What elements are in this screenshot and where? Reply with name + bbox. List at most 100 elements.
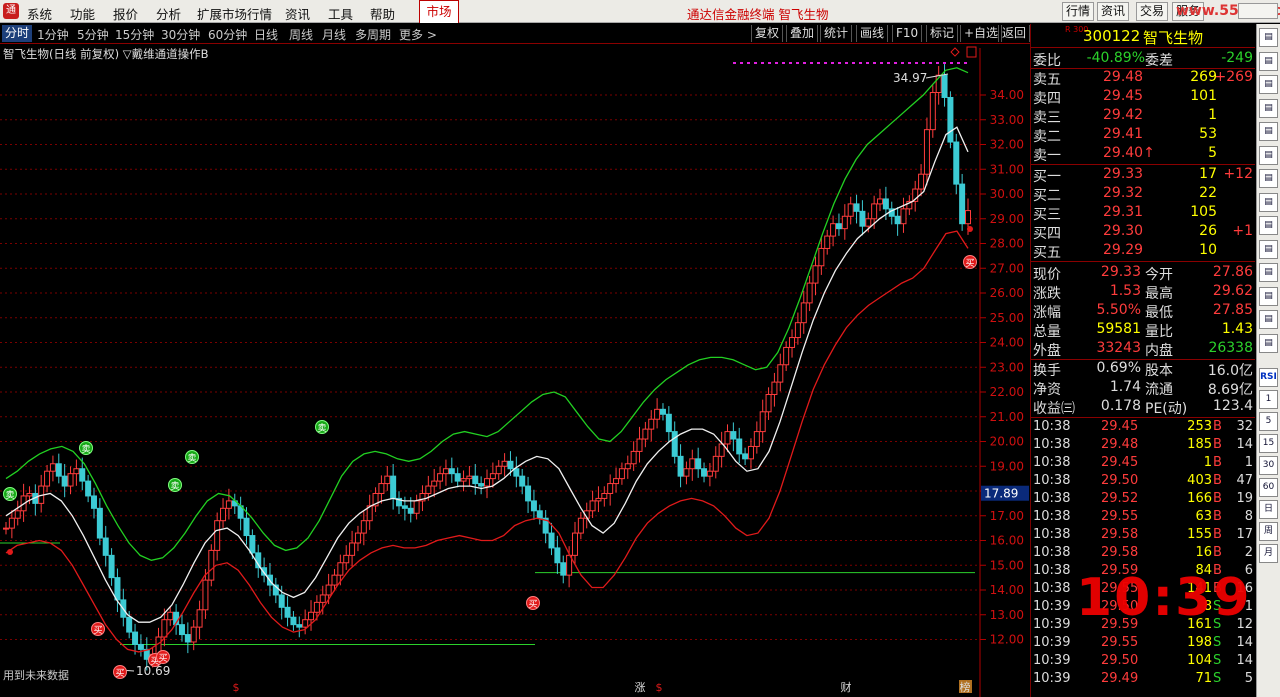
candle-up	[220, 507, 227, 522]
sidebar-period-3[interactable]: 15	[1259, 434, 1278, 453]
adjust-button[interactable]: 复权	[751, 25, 784, 42]
chart-icon[interactable]: ▤	[1259, 28, 1278, 47]
sidebar-period-0[interactable]: RSI	[1259, 368, 1278, 387]
period-1min[interactable]: 1分钟	[37, 26, 69, 43]
f2-icon[interactable]: ▤	[1259, 263, 1278, 282]
stats-button[interactable]: 统计	[820, 25, 853, 42]
sidebar-period-2[interactable]: 5	[1259, 412, 1278, 431]
bid-row[interactable]: 买二 29.32 22	[1031, 184, 1255, 204]
stat-value: 1.43	[1221, 321, 1253, 337]
candle-down	[85, 480, 92, 497]
menu-tools[interactable]: 工具	[328, 4, 353, 23]
candle-up	[724, 431, 731, 445]
ask-price: 29.41	[1103, 126, 1144, 142]
app-logo-icon[interactable]: 通	[3, 3, 19, 19]
indicator-title[interactable]: 智飞生物(日线 前复权) ▽戴维通道操作B	[3, 46, 209, 62]
tick-row: 10:38 29.45 1 B 1	[1031, 454, 1255, 473]
price-tick-label: 24.00	[990, 336, 1024, 350]
period-timeshare[interactable]: 分时	[2, 25, 33, 42]
trade-mode-button[interactable]: 交易	[1136, 2, 1168, 21]
menu-extended-market[interactable]: 扩展市场行情	[197, 4, 272, 23]
bid-row[interactable]: 买三 29.31 105	[1031, 203, 1255, 223]
menu-system[interactable]: 系统	[27, 4, 52, 23]
sidebar-period-4[interactable]: 30	[1259, 456, 1278, 475]
candle-down	[742, 453, 749, 460]
menu-news[interactable]: 资讯	[285, 4, 310, 23]
add-watchlist-button[interactable]: +自选	[960, 25, 1003, 42]
candle-down	[108, 554, 115, 579]
kline-icon[interactable]: ▤	[1259, 75, 1278, 94]
sidebar-period-8[interactable]: 月	[1259, 544, 1278, 563]
quote-mode-button[interactable]: 行情	[1062, 2, 1094, 21]
back-button[interactable]: 返回	[998, 25, 1031, 42]
info-mark[interactable]: 榜	[960, 680, 971, 694]
period-weekly[interactable]: 周线	[289, 26, 313, 43]
period-15min[interactable]: 15分钟	[115, 26, 154, 43]
ask-row[interactable]: 卖三 29.42 1	[1031, 106, 1255, 126]
stat-value: 0.69%	[1096, 360, 1141, 376]
bar-icon[interactable]: ▤	[1259, 145, 1278, 165]
line-icon[interactable]: ▤	[1259, 98, 1278, 118]
ask-row[interactable]: 卖四 29.45 101	[1031, 87, 1255, 107]
sidebar-period-5[interactable]: 60	[1259, 478, 1278, 497]
window-controls[interactable]	[1238, 3, 1278, 19]
box-icon[interactable]	[966, 46, 977, 58]
ask-row[interactable]: 卖五 29.48 269 +269	[1031, 68, 1255, 88]
list-icon[interactable]: ▤	[1259, 216, 1278, 235]
panel-icon[interactable]: ▤	[1259, 310, 1278, 329]
macd-icon[interactable]: ▤	[1259, 333, 1278, 353]
candle-up	[965, 210, 971, 225]
menu-help[interactable]: 帮助	[370, 4, 395, 23]
candle-icon[interactable]: ▤	[1259, 51, 1278, 71]
bid-row[interactable]: 买四 29.30 26 +1	[1031, 222, 1255, 242]
candle-down	[184, 634, 191, 643]
candle-up	[208, 549, 215, 581]
bid-row[interactable]: 买五 29.29 10	[1031, 241, 1255, 261]
sidebar-period-1[interactable]: 1	[1259, 390, 1278, 409]
sidebar-period-6[interactable]: 日	[1259, 500, 1278, 519]
diamond-icon[interactable]	[950, 47, 960, 57]
info-mark[interactable]: $	[656, 681, 663, 694]
ask-price: 29.42	[1103, 107, 1144, 123]
info-mark[interactable]: 涨	[635, 681, 646, 694]
kline-chart[interactable]: 34.00 33.00 32.00 31.00 30.00 29.00 28.00 27.00…	[0, 44, 1030, 697]
news-mode-button[interactable]: 资讯	[1097, 2, 1129, 21]
period-more[interactable]: 更多 >	[399, 26, 437, 43]
candle-up	[466, 475, 473, 480]
menu-analysis[interactable]: 分析	[156, 4, 181, 23]
period-multi[interactable]: 多周期	[355, 26, 391, 43]
mark-button[interactable]: 标记	[926, 25, 959, 42]
sidebar-period-7[interactable]: 周	[1259, 522, 1278, 541]
stock-name[interactable]: 智飞生物	[1143, 27, 1203, 48]
overlay-button[interactable]: 叠加	[786, 25, 819, 42]
tick-volume: 403	[1187, 473, 1212, 488]
menu-quote[interactable]: 报价	[113, 4, 138, 23]
candle-down	[947, 96, 954, 143]
candle-up	[413, 500, 420, 514]
trend-icon[interactable]: ▤	[1259, 122, 1278, 141]
report-icon[interactable]: ▤	[1259, 169, 1278, 188]
period-60min[interactable]: 60分钟	[208, 26, 247, 43]
bid-price: 29.29	[1103, 242, 1144, 258]
market-tab[interactable]: 市场	[419, 0, 459, 23]
period-monthly[interactable]: 月线	[322, 26, 346, 43]
ask-row[interactable]: 卖二 29.41 53	[1031, 125, 1255, 145]
period-daily[interactable]: 日线	[254, 26, 278, 43]
grid-icon[interactable]: ▤	[1259, 239, 1278, 259]
tick-price: 29.50	[1101, 473, 1139, 488]
f10-button[interactable]: F10	[892, 25, 923, 42]
bid-row[interactable]: 买一 29.33 17 +12	[1031, 165, 1255, 185]
f10-icon[interactable]: ▤	[1259, 192, 1278, 212]
candle-up	[484, 478, 490, 487]
stock-code[interactable]: 300122	[1083, 27, 1140, 45]
draw-button[interactable]: 画线	[856, 25, 889, 42]
info-mark[interactable]: 财	[841, 680, 852, 694]
tool-icon[interactable]: ▤	[1259, 286, 1278, 306]
ask-row[interactable]: 卖一 29.40↑ 5	[1031, 144, 1255, 164]
tick-direction: B	[1213, 473, 1222, 488]
sell-signal-label: 卖	[170, 481, 179, 492]
period-30min[interactable]: 30分钟	[161, 26, 200, 43]
menu-function[interactable]: 功能	[70, 4, 95, 23]
info-mark[interactable]: $	[233, 681, 240, 694]
period-5min[interactable]: 5分钟	[77, 26, 109, 43]
